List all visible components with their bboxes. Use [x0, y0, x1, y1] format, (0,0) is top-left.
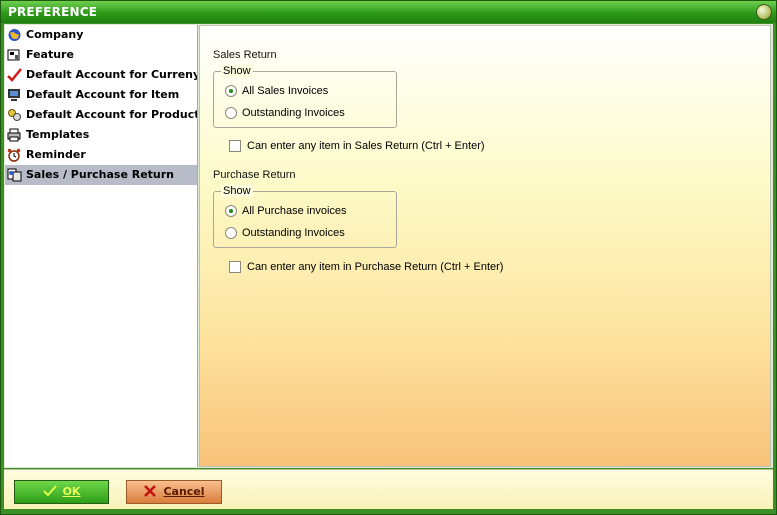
sidebar-item-feature[interactable]: Feature — [5, 45, 197, 65]
window-title: PREFERENCE — [8, 5, 98, 19]
settings-panel: Sales Return Show All Sales Invoices Out… — [199, 25, 771, 467]
sales-return-title: Sales Return — [213, 49, 277, 61]
close-icon[interactable] — [756, 4, 772, 20]
radio-button[interactable] — [225, 227, 237, 239]
title-bar[interactable]: PREFERENCE — [1, 1, 776, 23]
sidebar-item-default-account-production[interactable]: Default Account for Production — [5, 105, 197, 125]
checkbox[interactable] — [229, 261, 241, 273]
sidebar: Company Feature Default Account for Curr… — [5, 25, 198, 467]
sidebar-item-label: Default Account for Curreny — [26, 68, 197, 81]
sidebar-item-label: Feature — [26, 48, 74, 61]
production-icon — [8, 109, 21, 121]
globe-icon — [8, 29, 21, 41]
checkbox-label: Can enter any item in Purchase Return (C… — [247, 261, 504, 273]
return-icon — [7, 168, 22, 182]
radio-button[interactable] — [225, 107, 237, 119]
show-legend: Show — [221, 65, 253, 77]
sidebar-item-label: Default Account for Item — [26, 88, 180, 101]
radio-label: All Sales Invoices — [242, 85, 329, 97]
printer-icon — [7, 128, 21, 142]
radio-label: All Purchase invoices — [242, 205, 347, 217]
button-bar: OK Cancel — [4, 469, 773, 509]
ok-label: OK — [62, 485, 81, 498]
sidebar-item-default-account-item[interactable]: Default Account for Item — [5, 85, 197, 105]
alarm-clock-icon — [7, 148, 21, 162]
sidebar-item-company[interactable]: Company — [5, 25, 197, 45]
computer-icon — [8, 89, 20, 101]
purchase-return-title: Purchase Return — [213, 169, 296, 181]
sidebar-item-label: Templates — [26, 128, 90, 141]
sidebar-item-reminder[interactable]: Reminder — [5, 145, 197, 165]
radio-label: Outstanding Invoices — [242, 227, 345, 239]
checkmark-icon — [42, 485, 57, 497]
content-area: Company Feature Default Account for Curr… — [4, 24, 773, 468]
checkmark-icon — [7, 68, 22, 82]
sidebar-item-templates[interactable]: Templates — [5, 125, 197, 145]
sidebar-item-label: Sales / Purchase Return — [26, 168, 175, 181]
feature-icon — [7, 49, 20, 61]
sales-return-show-group: Show All Sales Invoices Outstanding Invo… — [213, 65, 397, 128]
sidebar-item-label: Default Account for Production — [26, 108, 197, 121]
checkbox-label: Can enter any item in Sales Return (Ctrl… — [247, 140, 485, 152]
cancel-label: Cancel — [163, 485, 205, 498]
radio-button[interactable] — [225, 85, 237, 97]
radio-label: Outstanding Invoices — [242, 107, 345, 119]
checkbox[interactable] — [229, 140, 241, 152]
sidebar-item-sales-purchase-return[interactable]: Sales / Purchase Return — [5, 165, 197, 185]
radio-button[interactable] — [225, 205, 237, 217]
sidebar-item-label: Reminder — [26, 148, 86, 161]
preference-window: PREFERENCE Company Feature Default Accou… — [0, 0, 777, 515]
cancel-button[interactable]: Cancel — [126, 480, 222, 504]
purchase-return-show-group: Show All Purchase invoices Outstanding I… — [213, 185, 397, 248]
cross-icon — [144, 485, 157, 497]
sidebar-item-default-account-currency[interactable]: Default Account for Curreny — [5, 65, 197, 85]
ok-button[interactable]: OK — [14, 480, 109, 504]
sidebar-item-label: Company — [26, 28, 84, 41]
show-legend: Show — [221, 185, 253, 197]
